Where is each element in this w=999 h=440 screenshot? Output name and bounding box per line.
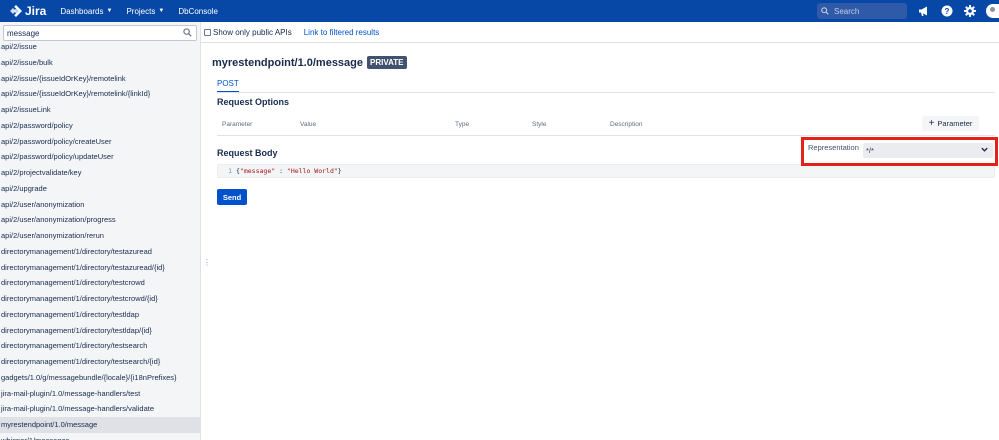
nav-dbconsole[interactable]: DbConsole (178, 7, 218, 16)
avatar[interactable] (986, 4, 999, 18)
public-only-checkbox[interactable] (204, 28, 211, 36)
api-sidebar: api/2/issue api/2/issue/bulk api/2/issue/{… (0, 22, 201, 440)
api-list: api/2/issue api/2/issue/bulk api/2/issue/{… (0, 39, 200, 440)
sidebar-api-item[interactable]: api/2/issue/{issueIdOrKey}/remotelink (0, 71, 200, 87)
sidebar-api-item[interactable]: api/2/projectvalidate/key (0, 165, 200, 181)
megaphone-icon[interactable] (917, 4, 931, 18)
api-filter-value: message (7, 28, 40, 38)
brand-name: Jira (25, 4, 47, 18)
global-search-input[interactable]: Search (817, 3, 907, 19)
svg-text:?: ? (945, 7, 950, 16)
add-parameter-button[interactable]: + Parameter (922, 116, 979, 131)
endpoint-path: myrestendpoint/1.0/message (212, 56, 364, 69)
request-body-code: {"message" : "Hello World"} (236, 167, 342, 175)
nav-dashboards-label: Dashboards (60, 6, 104, 16)
endpoint-panel: myrestendpoint/1.0/message PRIVATE POST … (201, 43, 999, 440)
search-placeholder: Search (834, 6, 860, 16)
nav-dashboards[interactable]: Dashboards ▼ (60, 7, 112, 16)
endpoint-title: myrestendpoint/1.0/message PRIVATE (212, 56, 407, 69)
sidebar-api-item[interactable]: jira-mail-plugin/1.0/message-handlers/te… (0, 386, 200, 402)
column-style: Style (532, 121, 547, 128)
search-icon (821, 7, 829, 15)
send-button[interactable]: Send (217, 189, 247, 205)
request-options-title: Request Options (217, 97, 290, 107)
sidebar-api-item[interactable]: api/2/user/anonymization/progress (0, 212, 200, 228)
sidebar-api-item[interactable]: myrestendpoint/1.0/message (0, 417, 200, 433)
sidebar-api-item[interactable]: api/2/user/anonymization/rerun (0, 228, 200, 244)
public-only-label[interactable]: Show only public APIs (213, 28, 292, 37)
add-parameter-label: Parameter (937, 119, 973, 128)
private-badge: PRIVATE (367, 56, 407, 69)
help-icon[interactable]: ? (940, 4, 954, 18)
gear-icon[interactable] (963, 4, 977, 18)
column-value: Value (300, 121, 317, 128)
sidebar-api-item[interactable]: api/2/issue/bulk (0, 55, 200, 71)
sidebar-api-item[interactable]: api/2/password/policy/updateUser (0, 149, 200, 165)
sidebar-api-item[interactable]: directorymanagement/1/directory/testcrow… (0, 275, 200, 291)
filtered-results-link[interactable]: Link to filtered results (304, 28, 380, 37)
column-parameter: Parameter (222, 121, 253, 128)
sidebar-api-item[interactable]: directorymanagement/1/directory/testazur… (0, 260, 200, 276)
sidebar-api-item[interactable]: directorymanagement/1/directory/testcrow… (0, 291, 200, 307)
sidebar-api-item[interactable]: api/2/password/policy (0, 118, 200, 134)
chevron-down-icon (981, 147, 988, 152)
nav-projects-label: Projects (126, 6, 156, 16)
sidebar-api-item[interactable]: api/2/issue (0, 39, 200, 55)
nav-dbconsole-label: DbConsole (178, 6, 218, 16)
line-number: 1 (228, 167, 232, 175)
sidebar-api-item[interactable]: whisper/1/messages (0, 433, 200, 440)
sidebar-api-item[interactable]: api/2/issue/{issueIdOrKey}/remotelink/{l… (0, 86, 200, 102)
sidebar-api-item[interactable]: gadgets/1.0/g/messagebundle/{locale}/{i1… (0, 370, 200, 386)
representation-value: */* (866, 146, 874, 155)
request-body-title: Request Body (217, 148, 278, 158)
tab-divider (217, 92, 995, 93)
request-body-editor[interactable]: 1 {"message" : "Hello World"} (217, 164, 995, 178)
api-filter-input[interactable]: message (3, 25, 197, 41)
column-description: Description (610, 121, 643, 128)
options-divider (217, 135, 995, 136)
chevron-down-icon: ▼ (106, 8, 113, 14)
sidebar-api-item[interactable]: api/2/issueLink (0, 102, 200, 118)
nav-projects[interactable]: Projects ▼ (126, 7, 164, 16)
sidebar-api-item[interactable]: api/2/password/policy/createUser (0, 134, 200, 150)
sidebar-api-item[interactable]: directorymanagement/1/directory/testazur… (0, 244, 200, 260)
sidebar-api-item[interactable]: directorymanagement/1/directory/testldap (0, 307, 200, 323)
sidebar-api-item[interactable]: directorymanagement/1/directory/testsear… (0, 338, 200, 354)
representation-label: Representation (808, 143, 859, 152)
tab-post[interactable]: POST (217, 79, 239, 93)
search-icon (183, 28, 192, 37)
sidebar-api-item[interactable]: jira-mail-plugin/1.0/message-handlers/va… (0, 401, 200, 417)
sidebar-api-item[interactable]: api/2/upgrade (0, 181, 200, 197)
representation-select[interactable]: */* (863, 143, 993, 158)
plus-icon: + (928, 118, 935, 129)
chevron-down-icon: ▼ (158, 8, 165, 14)
filter-bar: Show only public APIs Link to filtered r… (201, 22, 999, 43)
sidebar-api-item[interactable]: directorymanagement/1/directory/testsear… (0, 354, 200, 370)
sidebar-api-item[interactable]: directorymanagement/1/directory/testldap… (0, 323, 200, 339)
sidebar-api-item[interactable]: api/2/user/anonymization (0, 197, 200, 213)
jira-logo-icon (10, 5, 22, 17)
top-navigation: Jira Dashboards ▼ Projects ▼ DbConsole S… (0, 0, 999, 22)
jira-logo[interactable]: Jira (10, 4, 46, 18)
column-type: Type (455, 121, 470, 128)
